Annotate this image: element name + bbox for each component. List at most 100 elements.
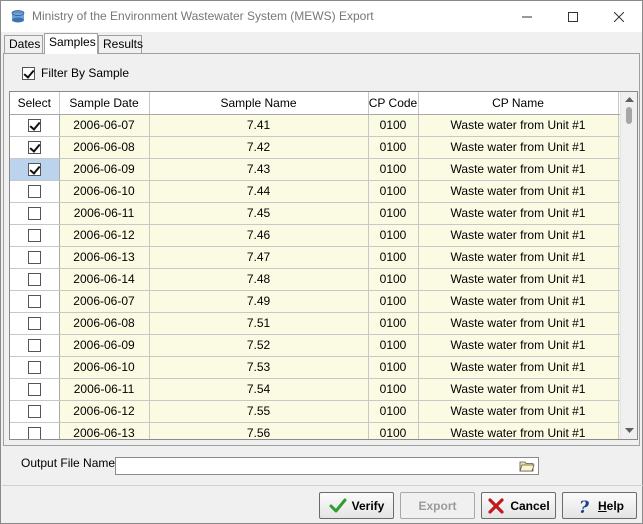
sample-date-cell[interactable]: 2006-06-13 — [59, 422, 150, 439]
output-file-field[interactable] — [115, 457, 539, 475]
row-select-checkbox[interactable] — [27, 185, 41, 199]
verify-button[interactable]: Verify — [319, 492, 394, 519]
row-select-cell[interactable] — [10, 246, 60, 269]
minimize-button[interactable] — [504, 1, 550, 32]
column-header-select[interactable]: Select — [10, 92, 60, 115]
cp-name-cell[interactable]: Waste water from Unit #1 — [418, 378, 619, 401]
cp-code-cell[interactable]: 0100 — [368, 202, 419, 225]
table-row[interactable]: 2006-06-10 7.44 0100 Waste water from Unit … — [10, 180, 628, 203]
sample-date-cell[interactable]: 2006-06-10 — [59, 180, 150, 203]
table-row[interactable]: 2006-06-07 7.49 0100 Waste water from Unit … — [10, 290, 628, 313]
row-select-cell[interactable] — [10, 312, 60, 335]
row-select-checkbox[interactable] — [27, 339, 41, 353]
sample-date-cell[interactable]: 2006-06-08 — [59, 136, 150, 159]
sample-date-cell[interactable]: 2006-06-08 — [59, 312, 150, 335]
table-row[interactable]: 2006-06-13 7.47 0100 Waste water from Unit … — [10, 246, 628, 269]
cp-code-cell[interactable]: 0100 — [368, 268, 419, 291]
sample-name-cell[interactable]: 7.45 — [149, 202, 369, 225]
table-row[interactable]: 2006-06-13 7.56 0100 Waste water from Unit … — [10, 422, 628, 439]
row-select-cell[interactable] — [10, 356, 60, 379]
cp-code-cell[interactable]: 0100 — [368, 356, 419, 379]
sample-name-cell[interactable]: 7.52 — [149, 334, 369, 357]
table-row[interactable]: 2006-06-10 7.53 0100 Waste water from Unit … — [10, 356, 628, 379]
vertical-scrollbar[interactable] — [620, 92, 637, 439]
sample-date-cell[interactable]: 2006-06-14 — [59, 268, 150, 291]
sample-name-cell[interactable]: 7.44 — [149, 180, 369, 203]
cp-name-cell[interactable]: Waste water from Unit #1 — [418, 136, 619, 159]
sample-name-cell[interactable]: 7.47 — [149, 246, 369, 269]
cp-code-cell[interactable]: 0100 — [368, 246, 419, 269]
row-select-cell[interactable] — [10, 268, 60, 291]
cp-code-cell[interactable]: 0100 — [368, 224, 419, 247]
sample-name-cell[interactable]: 7.42 — [149, 136, 369, 159]
cp-name-cell[interactable]: Waste water from Unit #1 — [418, 180, 619, 203]
row-select-cell[interactable] — [10, 136, 60, 159]
table-row[interactable]: 2006-06-08 7.51 0100 Waste water from Unit … — [10, 312, 628, 335]
row-select-cell[interactable] — [10, 422, 60, 439]
table-row[interactable]: 2006-06-09 7.43 0100 Waste water from Unit … — [10, 158, 628, 181]
row-select-checkbox[interactable] — [27, 251, 41, 265]
row-select-checkbox[interactable] — [27, 361, 41, 375]
sample-date-cell[interactable]: 2006-06-11 — [59, 202, 150, 225]
cp-code-cell[interactable]: 0100 — [368, 180, 419, 203]
row-select-cell[interactable] — [10, 378, 60, 401]
cp-name-cell[interactable]: Waste water from Unit #1 — [418, 158, 619, 181]
filter-by-sample-checkbox[interactable] — [22, 66, 35, 80]
cp-code-cell[interactable]: 0100 — [368, 378, 419, 401]
sample-name-cell[interactable]: 7.41 — [149, 114, 369, 137]
cp-name-cell[interactable]: Waste water from Unit #1 — [418, 268, 619, 291]
row-select-cell[interactable] — [10, 290, 60, 313]
cp-code-cell[interactable]: 0100 — [368, 334, 419, 357]
row-select-checkbox[interactable] — [27, 405, 41, 419]
cp-name-cell[interactable]: Waste water from Unit #1 — [418, 290, 619, 313]
cp-code-cell[interactable]: 0100 — [368, 158, 419, 181]
row-select-checkbox[interactable] — [27, 119, 41, 133]
row-select-checkbox[interactable] — [27, 141, 41, 155]
row-select-checkbox[interactable] — [27, 383, 41, 397]
sample-name-cell[interactable]: 7.54 — [149, 378, 369, 401]
sample-name-cell[interactable]: 7.55 — [149, 400, 369, 423]
column-header-sample-name[interactable]: Sample Name — [149, 92, 369, 115]
table-row[interactable]: 2006-06-07 7.41 0100 Waste water from Unit … — [10, 114, 628, 137]
table-row[interactable]: 2006-06-11 7.45 0100 Waste water from Unit … — [10, 202, 628, 225]
row-select-checkbox[interactable] — [27, 207, 41, 221]
cp-name-cell[interactable]: Waste water from Unit #1 — [418, 246, 619, 269]
scroll-down-arrow-icon[interactable] — [625, 428, 634, 434]
cp-name-cell[interactable]: Waste water from Unit #1 — [418, 312, 619, 335]
tab-dates[interactable]: Dates — [4, 35, 43, 53]
output-file-input[interactable] — [116, 458, 516, 474]
sample-date-cell[interactable]: 2006-06-13 — [59, 246, 150, 269]
column-header-cp-name[interactable]: CP Name — [418, 92, 619, 115]
tab-samples[interactable]: Samples — [44, 33, 98, 54]
row-select-cell[interactable] — [10, 334, 60, 357]
table-row[interactable]: 2006-06-08 7.42 0100 Waste water from Unit … — [10, 136, 628, 159]
sample-name-cell[interactable]: 7.56 — [149, 422, 369, 439]
help-button[interactable]: ? Help — [562, 492, 637, 519]
maximize-button[interactable] — [550, 1, 596, 32]
row-select-checkbox[interactable] — [27, 273, 41, 287]
cp-code-cell[interactable]: 0100 — [368, 114, 419, 137]
cp-name-cell[interactable]: Waste water from Unit #1 — [418, 356, 619, 379]
sample-date-cell[interactable]: 2006-06-12 — [59, 224, 150, 247]
sample-date-cell[interactable]: 2006-06-11 — [59, 378, 150, 401]
cp-code-cell[interactable]: 0100 — [368, 422, 419, 439]
sample-date-cell[interactable]: 2006-06-09 — [59, 334, 150, 357]
row-select-cell[interactable] — [10, 400, 60, 423]
sample-date-cell[interactable]: 2006-06-07 — [59, 290, 150, 313]
sample-name-cell[interactable]: 7.43 — [149, 158, 369, 181]
table-row[interactable]: 2006-06-11 7.54 0100 Waste water from Unit … — [10, 378, 628, 401]
sample-name-cell[interactable]: 7.48 — [149, 268, 369, 291]
cancel-button[interactable]: Cancel — [481, 492, 556, 519]
folder-browse-icon[interactable] — [519, 459, 535, 473]
tab-results[interactable]: Results — [98, 35, 143, 53]
table-row[interactable]: 2006-06-09 7.52 0100 Waste water from Unit … — [10, 334, 628, 357]
column-header-cp-code[interactable]: CP Code — [368, 92, 419, 115]
sample-name-cell[interactable]: 7.53 — [149, 356, 369, 379]
cp-name-cell[interactable]: Waste water from Unit #1 — [418, 334, 619, 357]
row-select-checkbox[interactable] — [27, 163, 41, 177]
cp-name-cell[interactable]: Waste water from Unit #1 — [418, 202, 619, 225]
cp-name-cell[interactable]: Waste water from Unit #1 — [418, 224, 619, 247]
sample-name-cell[interactable]: 7.51 — [149, 312, 369, 335]
row-select-cell[interactable] — [10, 114, 60, 137]
row-select-checkbox[interactable] — [27, 295, 41, 309]
